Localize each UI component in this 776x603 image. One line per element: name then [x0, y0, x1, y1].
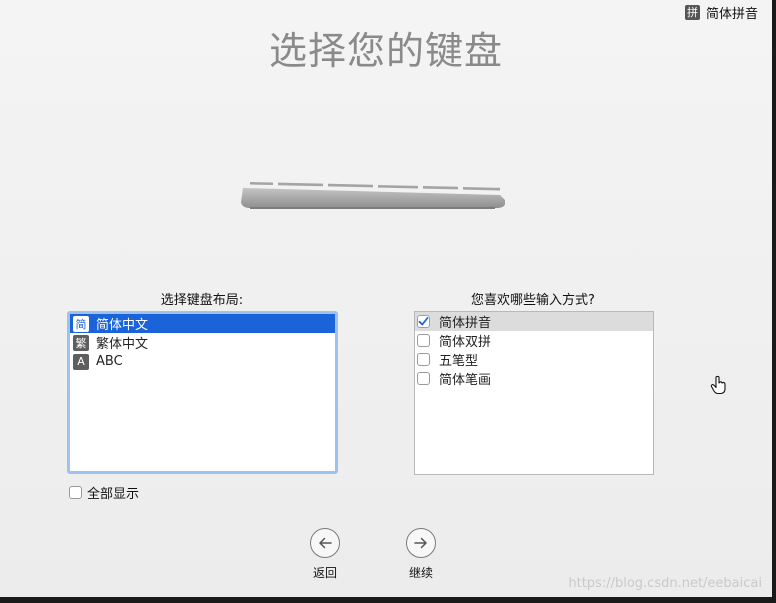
input-source-label: 简体拼音 — [705, 6, 758, 22]
layout-item-abc[interactable]: A ABC — [70, 352, 335, 371]
input-source-badge: 拼 — [684, 4, 700, 20]
layout-list-label: 选择键盘布局: — [160, 293, 244, 308]
pinyin-checkbox[interactable] — [417, 315, 430, 328]
method-item-shuangpin[interactable]: 简体双拼 — [415, 331, 653, 350]
back-arrow-icon[interactable] — [310, 528, 340, 558]
layout-item-label: 繁体中文 — [96, 337, 149, 352]
layout-item-traditional[interactable]: 繁 繁体中文 — [70, 333, 335, 352]
method-item-stroke[interactable]: 简体笔画 — [415, 369, 653, 388]
keyboard-illustration — [241, 182, 505, 209]
watermark-text: https://blog.csdn.net/eebaicai — [568, 576, 762, 591]
show-all-label: 全部显示 — [87, 487, 140, 502]
back-button[interactable]: 返回 — [295, 528, 355, 581]
abc-icon: A — [73, 353, 89, 370]
setup-assistant-screen: 拼 简体拼音 选择您的键盘 选择键盘布局: 简 简体中文 繁 繁体中文 A AB… — [0, 0, 776, 603]
hand-cursor-icon — [710, 375, 726, 395]
layout-item-label: ABC — [96, 354, 123, 369]
method-item-label: 简体拼音 — [439, 316, 492, 331]
checkmark-icon — [418, 317, 429, 326]
page-title: 选择您的键盘 — [268, 29, 503, 73]
method-item-wubi[interactable]: 五笔型 — [415, 350, 653, 369]
continue-label: 继续 — [408, 566, 433, 580]
show-all-checkbox[interactable] — [69, 486, 82, 499]
method-list-label: 您喜欢哪些输入方式? — [471, 293, 595, 308]
simplified-icon: 简 — [73, 315, 89, 332]
method-item-pinyin[interactable]: 简体拼音 — [415, 312, 653, 331]
input-method-list[interactable]: 简体拼音 简体双拼 五笔型 简体笔画 — [414, 311, 654, 475]
stroke-checkbox[interactable] — [417, 372, 430, 385]
forward-arrow-icon[interactable] — [406, 528, 436, 558]
traditional-icon: 繁 — [73, 334, 89, 351]
layout-item-label: 简体中文 — [96, 318, 149, 333]
method-item-label: 简体笔画 — [439, 373, 492, 388]
back-label: 返回 — [312, 566, 337, 580]
input-source-menu[interactable]: 拼 简体拼音 — [684, 3, 758, 22]
layout-item-simplified[interactable]: 简 简体中文 — [70, 314, 335, 333]
show-all-toggle[interactable]: 全部显示 — [69, 483, 139, 502]
keyboard-layout-list[interactable]: 简 简体中文 繁 繁体中文 A ABC — [67, 311, 338, 474]
method-item-label: 五笔型 — [439, 354, 479, 369]
continue-button[interactable]: 继续 — [391, 528, 451, 581]
shuangpin-checkbox[interactable] — [417, 334, 430, 347]
wubi-checkbox[interactable] — [417, 353, 430, 366]
method-item-label: 简体双拼 — [439, 335, 492, 350]
